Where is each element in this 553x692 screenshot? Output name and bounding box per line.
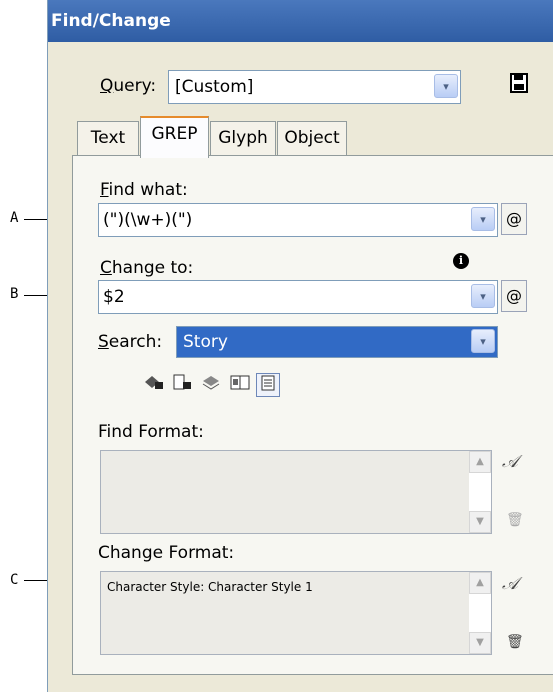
change-format-label: Change Format: bbox=[98, 543, 235, 563]
query-value: [Custom] bbox=[175, 77, 254, 97]
specify-change-format-icon[interactable]: 𝒜 bbox=[502, 574, 518, 594]
callout-c: C bbox=[10, 572, 19, 588]
dialog-title: Find/Change bbox=[48, 0, 553, 42]
search-label-rest: earch: bbox=[108, 332, 163, 352]
search-label: Search: bbox=[98, 332, 162, 352]
callout-a: A bbox=[10, 210, 19, 226]
find-format-label: Find Format: bbox=[98, 422, 204, 442]
change-format-value: Character Style: Character Style 1 bbox=[107, 580, 313, 594]
trash-icon[interactable]: 🗑 bbox=[506, 634, 524, 650]
search-scope-select[interactable]: Story ▾ bbox=[176, 326, 498, 358]
find-change-dialog: Find/Change Query: [Custom] ▾ Text GREP … bbox=[47, 0, 553, 692]
at-icon: @ bbox=[506, 209, 522, 228]
include-hidden-layers-icon[interactable] bbox=[200, 373, 224, 397]
change-to-value: $2 bbox=[103, 287, 125, 307]
search-scope-value: Story bbox=[183, 332, 228, 352]
change-to-field[interactable]: $2 ▾ bbox=[98, 280, 498, 314]
at-icon: @ bbox=[506, 286, 522, 305]
change-to-label: Change to: bbox=[100, 258, 193, 278]
chevron-down-icon[interactable]: ▾ bbox=[434, 74, 458, 98]
scroll-up-icon[interactable]: ▲ bbox=[469, 572, 491, 594]
find-what-label: Find what: bbox=[100, 180, 188, 200]
include-master-pages-icon[interactable] bbox=[228, 373, 252, 397]
include-locked-layers-icon[interactable] bbox=[142, 373, 166, 397]
specify-find-format-icon[interactable]: 𝒜 bbox=[502, 452, 518, 472]
save-icon[interactable] bbox=[510, 73, 528, 93]
find-what-accesskey: F bbox=[100, 180, 109, 200]
query-label-rest: uery: bbox=[113, 76, 157, 96]
scroll-down-icon[interactable]: ▼ bbox=[469, 632, 491, 654]
scroll-down-icon[interactable]: ▼ bbox=[469, 511, 491, 533]
find-format-box[interactable] bbox=[100, 450, 492, 534]
info-icon[interactable]: i bbox=[453, 253, 469, 269]
query-label: Query: bbox=[100, 76, 156, 96]
tab-object[interactable]: Object bbox=[277, 121, 347, 155]
change-to-accesskey: C bbox=[100, 258, 112, 278]
find-what-field[interactable]: (")(\w+)(") ▾ bbox=[98, 203, 498, 237]
change-to-label-rest: hange to: bbox=[111, 258, 194, 278]
scroll-up-icon[interactable]: ▲ bbox=[469, 451, 491, 473]
include-locked-stories-icon[interactable] bbox=[170, 373, 194, 397]
tab-text[interactable]: Text bbox=[77, 121, 139, 155]
include-footnotes-icon[interactable] bbox=[256, 373, 280, 397]
tab-glyph[interactable]: Glyph bbox=[210, 121, 276, 155]
change-special-characters-button[interactable]: @ bbox=[501, 280, 527, 312]
change-format-scrollbar[interactable]: ▲ ▼ bbox=[469, 572, 491, 654]
find-special-characters-button[interactable]: @ bbox=[501, 203, 527, 235]
find-format-scrollbar[interactable]: ▲ ▼ bbox=[469, 451, 491, 533]
chevron-down-icon[interactable]: ▾ bbox=[471, 329, 495, 353]
chevron-down-icon[interactable]: ▾ bbox=[471, 284, 495, 308]
search-accesskey: S bbox=[98, 332, 109, 352]
callout-b: B bbox=[10, 286, 19, 302]
change-format-box[interactable]: Character Style: Character Style 1 bbox=[100, 571, 492, 655]
find-what-value: (")(\w+)(") bbox=[103, 210, 193, 230]
query-label-accesskey: Q bbox=[100, 76, 114, 96]
tab-grep[interactable]: GREP bbox=[140, 116, 209, 158]
find-what-label-rest: ind what: bbox=[108, 180, 188, 200]
trash-icon[interactable]: 🗑 bbox=[506, 512, 524, 528]
chevron-down-icon[interactable]: ▾ bbox=[471, 207, 495, 231]
query-select[interactable]: [Custom] ▾ bbox=[168, 70, 461, 104]
